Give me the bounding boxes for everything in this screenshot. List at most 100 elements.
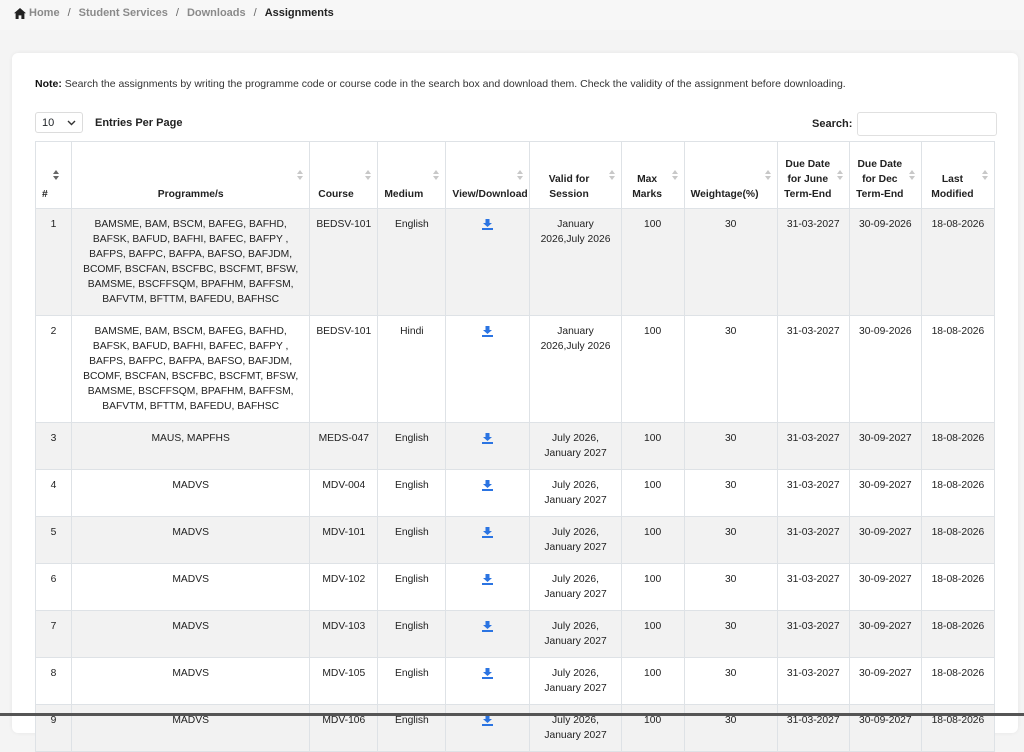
col-header-weightage[interactable]: Weightage(%) <box>683 141 778 209</box>
cell-max-marks: 100 <box>620 315 685 423</box>
cell-num: 4 <box>34 469 73 517</box>
col-header-due-june[interactable]: Due Date for June Term-End <box>776 141 850 209</box>
sort-icon <box>433 170 440 182</box>
cell-download <box>445 315 531 423</box>
col-header-course[interactable]: Course <box>309 141 379 209</box>
entries-per-page-select[interactable]: 10 <box>35 112 83 133</box>
col-header-download[interactable]: View/Download <box>445 141 531 209</box>
cell-due-dec: 30-09-2027 <box>848 657 922 705</box>
cell-max-marks: 100 <box>620 208 685 316</box>
cell-valid-session: July 2026, January 2027 <box>529 657 622 705</box>
cell-weightage: 30 <box>683 516 778 564</box>
cell-medium: English <box>377 469 447 517</box>
table-row: 3 MAUS, MAPFHS MEDS-047 English July 202… <box>34 422 996 470</box>
cell-programme: MADVS <box>71 516 311 564</box>
cell-medium: English <box>377 563 447 611</box>
table-row: 4 MADVS MDV-004 English July 2026, Janua… <box>34 469 996 517</box>
cell-medium: English <box>377 422 447 470</box>
col-header-label: Due Date for Dec Term-End <box>856 159 904 200</box>
sort-icon <box>297 170 304 182</box>
cell-valid-session: July 2026, January 2027 <box>529 563 622 611</box>
download-icon[interactable] <box>482 715 494 726</box>
cell-max-marks: 100 <box>620 422 685 470</box>
col-header-due-dec[interactable]: Due Date for Dec Term-End <box>848 141 922 209</box>
sort-icon <box>365 170 372 182</box>
download-icon[interactable] <box>482 219 494 230</box>
sort-icon <box>517 170 524 182</box>
breadcrumb-downloads-link[interactable]: Downloads <box>187 7 246 19</box>
col-header-programme[interactable]: Programme/s <box>71 141 311 209</box>
col-header-max-marks[interactable]: Max Marks <box>620 141 685 209</box>
cell-download <box>445 469 531 517</box>
note-body: Search the assignments by writing the pr… <box>61 78 846 90</box>
col-header-label: Valid for Session <box>548 174 590 200</box>
col-header-label: Medium <box>384 189 424 200</box>
cell-course: BEDSV-101 <box>309 315 379 423</box>
cell-medium: English <box>377 704 447 752</box>
cell-valid-session: January 2026,July 2026 <box>529 208 622 316</box>
breadcrumb-bar: Home / Student Services / Downloads / As… <box>0 0 1024 30</box>
col-header-label: Last Modified <box>931 174 974 200</box>
breadcrumb-home-link[interactable]: Home <box>29 7 60 19</box>
download-icon[interactable] <box>482 326 494 337</box>
col-header-label: Max Marks <box>632 174 662 200</box>
cell-valid-session: July 2026, January 2027 <box>529 516 622 564</box>
cell-weightage: 30 <box>683 563 778 611</box>
cell-weightage: 30 <box>683 208 778 316</box>
cell-course: MEDS-047 <box>309 422 379 470</box>
cell-weightage: 30 <box>683 469 778 517</box>
sort-icon <box>608 170 615 182</box>
cell-due-june: 31-03-2027 <box>776 208 850 316</box>
col-header-valid[interactable]: Valid for Session <box>529 141 622 209</box>
download-icon[interactable] <box>482 621 494 632</box>
download-icon[interactable] <box>482 668 494 679</box>
cell-course: MDV-106 <box>309 704 379 752</box>
cell-max-marks: 100 <box>620 516 685 564</box>
download-icon[interactable] <box>482 433 494 444</box>
table-row: 5 MADVS MDV-101 English July 2026, Janua… <box>34 516 996 564</box>
col-header-label: Due Date for June Term-End <box>784 159 832 200</box>
cell-num: 6 <box>34 563 73 611</box>
cell-medium: Hindi <box>377 315 447 423</box>
col-header-label: Course <box>318 189 354 200</box>
cell-due-dec: 30-09-2027 <box>848 563 922 611</box>
col-header-num[interactable]: # <box>34 141 73 209</box>
sort-icon <box>836 170 843 182</box>
breadcrumb: Home / Student Services / Downloads / As… <box>14 7 334 19</box>
cell-weightage: 30 <box>683 704 778 752</box>
sort-icon <box>671 170 678 182</box>
cell-download <box>445 422 531 470</box>
table-row: 6 MADVS MDV-102 English July 2026, Janua… <box>34 563 996 611</box>
sort-icon <box>908 170 915 182</box>
cell-download <box>445 563 531 611</box>
col-header-modified[interactable]: Last Modified <box>920 141 996 209</box>
cell-num: 5 <box>34 516 73 564</box>
cell-due-dec: 30-09-2026 <box>848 208 922 316</box>
table-header-row: # Programme/s Course Medium View/Downloa… <box>34 141 996 209</box>
cell-weightage: 30 <box>683 422 778 470</box>
col-header-medium[interactable]: Medium <box>377 141 447 209</box>
download-icon[interactable] <box>482 574 494 585</box>
cell-last-modified: 18-08-2026 <box>920 563 996 611</box>
search-input[interactable] <box>857 112 998 136</box>
breadcrumb-student-services-link[interactable]: Student Services <box>79 7 168 19</box>
col-header-label: # <box>42 189 48 200</box>
cell-max-marks: 100 <box>620 469 685 517</box>
table-row: 8 MADVS MDV-105 English July 2026, Janua… <box>34 657 996 705</box>
breadcrumb-current: Assignments <box>264 7 334 19</box>
cell-programme: MAUS, MAPFHS <box>71 422 311 470</box>
cell-medium: English <box>377 516 447 564</box>
cell-last-modified: 18-08-2026 <box>920 315 996 423</box>
table-row: 9 MADVS MDV-106 English July 2026, Janua… <box>34 704 996 752</box>
download-icon[interactable] <box>482 527 494 538</box>
cell-due-dec: 30-09-2027 <box>848 422 922 470</box>
col-header-label: View/Download <box>452 189 528 200</box>
cell-medium: English <box>377 610 447 658</box>
cell-weightage: 30 <box>683 610 778 658</box>
cell-programme: BAMSME, BAM, BSCM, BAFEG, BAFHD, BAFSK, … <box>71 208 311 316</box>
cell-last-modified: 18-08-2026 <box>920 610 996 658</box>
download-icon[interactable] <box>482 480 494 491</box>
cell-medium: English <box>377 208 447 316</box>
table-row: 2 BAMSME, BAM, BSCM, BAFEG, BAFHD, BAFSK… <box>34 315 996 423</box>
cell-download <box>445 704 531 752</box>
